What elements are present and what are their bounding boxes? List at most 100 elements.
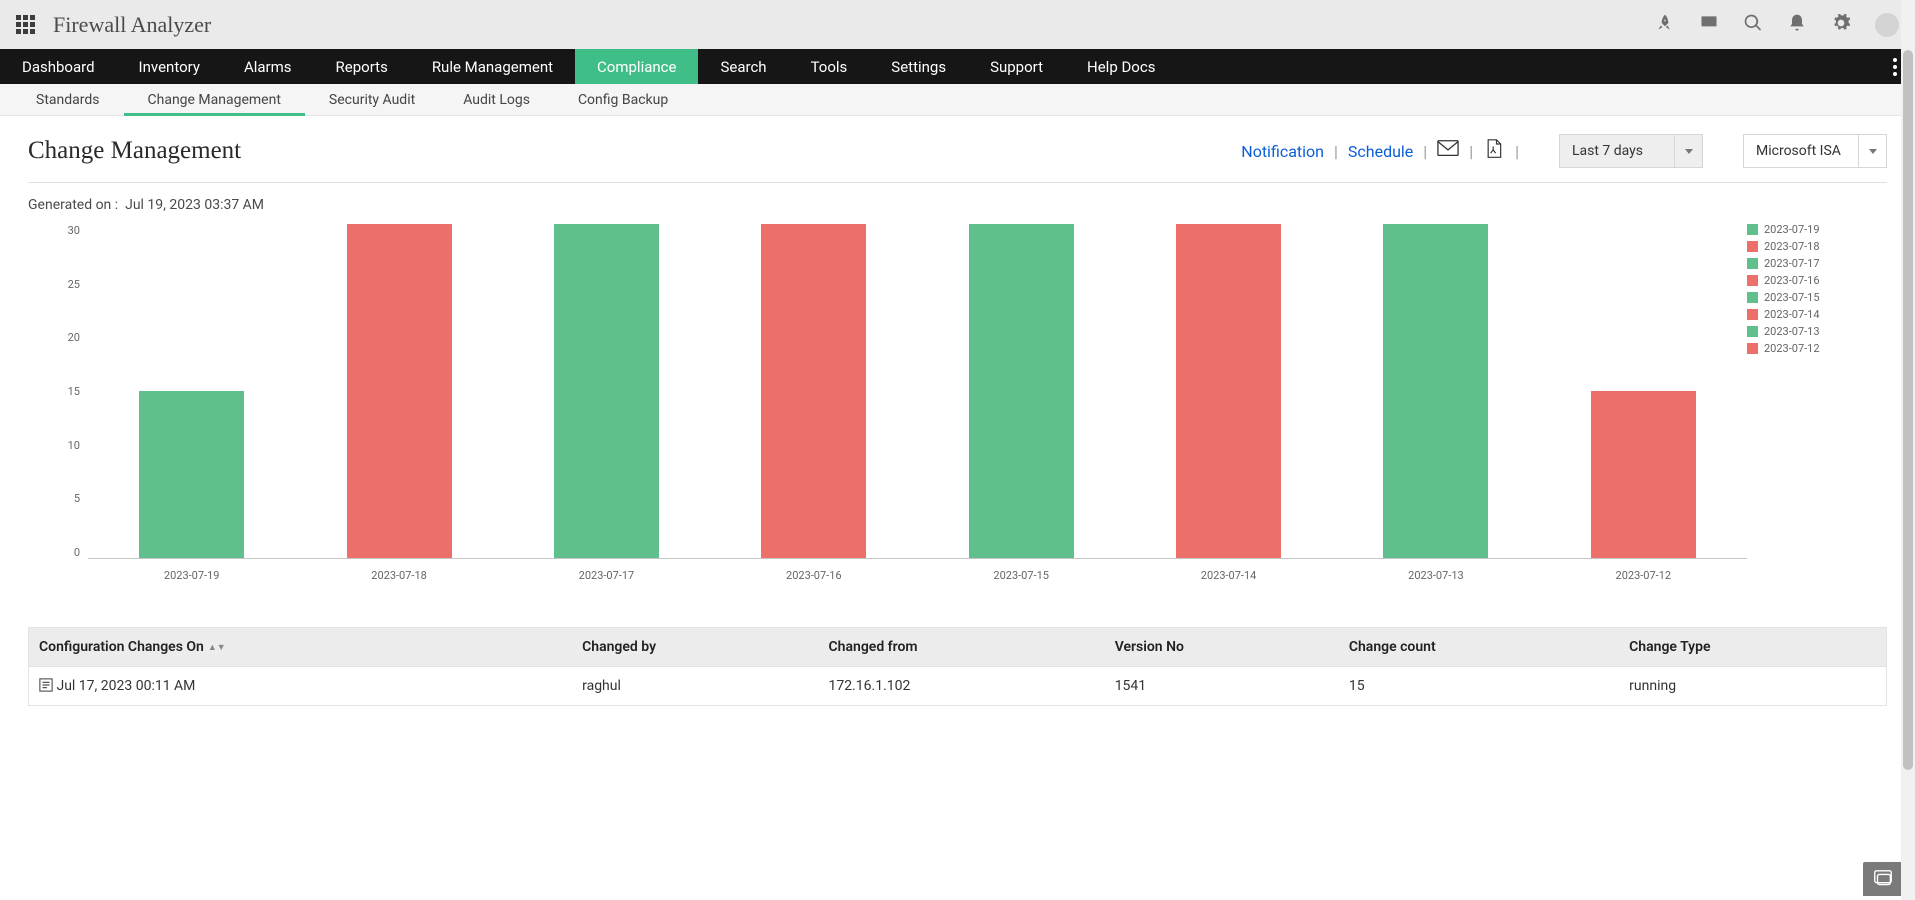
legend-label: 2023-07-16 [1764, 274, 1820, 287]
subnav-change-management[interactable]: Change Management [124, 84, 305, 115]
table-header[interactable]: Changed from [819, 628, 1105, 667]
mainnav-inventory[interactable]: Inventory [117, 49, 222, 84]
legend-item[interactable]: 2023-07-14 [1747, 308, 1887, 321]
mainnav-rule-management[interactable]: Rule Management [410, 49, 575, 84]
schedule-link[interactable]: Schedule [1348, 142, 1413, 161]
legend-swatch [1747, 292, 1758, 303]
bar-chart: 302520151050 2023-07-192023-07-182023-07… [28, 219, 1747, 589]
cell-date: Jul 17, 2023 00:11 AM [29, 667, 573, 706]
table-header[interactable]: Changed by [572, 628, 818, 667]
sort-icon: ▲▼ [208, 643, 226, 653]
vertical-scrollbar[interactable] [1901, 0, 1915, 900]
mainnav-alarms[interactable]: Alarms [222, 49, 314, 84]
apps-grid-icon[interactable] [16, 15, 35, 34]
mainnav-search[interactable]: Search [698, 49, 788, 84]
legend-swatch [1747, 224, 1758, 235]
page-header: Change Management Notification | Schedul… [28, 134, 1887, 183]
table-header[interactable]: Configuration Changes On▲▼ [29, 628, 573, 667]
mainnav-compliance[interactable]: Compliance [575, 49, 698, 84]
bar[interactable] [554, 224, 659, 558]
mail-icon[interactable] [1437, 139, 1459, 163]
bar[interactable] [761, 224, 866, 558]
legend-label: 2023-07-12 [1764, 342, 1820, 355]
page-title: Change Management [28, 137, 241, 165]
table-header[interactable]: Change Type [1619, 628, 1886, 667]
bar[interactable] [1383, 224, 1488, 558]
legend-swatch [1747, 326, 1758, 337]
legend-item[interactable]: 2023-07-15 [1747, 291, 1887, 304]
legend-swatch [1747, 309, 1758, 320]
mainnav-help-docs[interactable]: Help Docs [1065, 49, 1177, 84]
legend-label: 2023-07-18 [1764, 240, 1820, 253]
gear-icon[interactable] [1831, 13, 1851, 37]
legend-item[interactable]: 2023-07-13 [1747, 325, 1887, 338]
y-tick: 25 [68, 278, 80, 291]
y-tick: 30 [68, 224, 80, 237]
x-tick: 2023-07-19 [139, 563, 244, 589]
legend-swatch [1747, 275, 1758, 286]
presentation-icon[interactable] [1699, 13, 1719, 37]
mainnav-support[interactable]: Support [968, 49, 1065, 84]
cell-type: running [1619, 667, 1886, 706]
legend-item[interactable]: 2023-07-17 [1747, 257, 1887, 270]
mainnav-dashboard[interactable]: Dashboard [0, 49, 117, 84]
legend-label: 2023-07-13 [1764, 325, 1820, 338]
user-avatar[interactable] [1875, 13, 1899, 37]
main-nav: DashboardInventoryAlarmsReportsRule Mana… [0, 49, 1915, 84]
legend-item[interactable]: 2023-07-12 [1747, 342, 1887, 355]
bar[interactable] [1591, 391, 1696, 558]
cell-count: 15 [1339, 667, 1619, 706]
mainnav-settings[interactable]: Settings [869, 49, 968, 84]
pdf-export-icon[interactable] [1483, 139, 1505, 163]
device-dropdown[interactable]: Microsoft ISA [1743, 134, 1887, 168]
changes-table: Configuration Changes On▲▼Changed byChan… [28, 627, 1887, 706]
legend-label: 2023-07-15 [1764, 291, 1820, 304]
sub-nav: StandardsChange ManagementSecurity Audit… [0, 84, 1915, 116]
chart-legend: 2023-07-19 2023-07-18 2023-07-17 2023-07-16… [1747, 219, 1887, 589]
table-row[interactable]: Jul 17, 2023 00:11 AMraghul172.16.1.1021… [29, 667, 1887, 706]
x-tick: 2023-07-16 [761, 563, 866, 589]
notification-link[interactable]: Notification [1241, 142, 1324, 161]
bar[interactable] [139, 391, 244, 558]
legend-label: 2023-07-19 [1764, 223, 1820, 236]
mainnav-reports[interactable]: Reports [314, 49, 410, 84]
search-icon[interactable] [1743, 13, 1763, 37]
legend-item[interactable]: 2023-07-16 [1747, 274, 1887, 287]
x-tick: 2023-07-14 [1176, 563, 1281, 589]
table-header[interactable]: Change count [1339, 628, 1619, 667]
chat-float-button[interactable] [1863, 862, 1903, 896]
x-tick: 2023-07-17 [554, 563, 659, 589]
x-tick: 2023-07-12 [1591, 563, 1696, 589]
mainnav-tools[interactable]: Tools [789, 49, 870, 84]
device-value: Microsoft ISA [1756, 143, 1841, 159]
topbar: Firewall Analyzer [0, 0, 1915, 49]
x-tick: 2023-07-18 [347, 563, 452, 589]
rocket-icon[interactable] [1655, 13, 1675, 37]
report-icon[interactable] [39, 678, 53, 694]
app-title: Firewall Analyzer [53, 12, 211, 38]
x-tick: 2023-07-15 [969, 563, 1074, 589]
subnav-security-audit[interactable]: Security Audit [305, 84, 439, 115]
legend-swatch [1747, 241, 1758, 252]
bell-icon[interactable] [1787, 13, 1807, 37]
subnav-config-backup[interactable]: Config Backup [554, 84, 692, 115]
subnav-standards[interactable]: Standards [12, 84, 124, 115]
bar[interactable] [969, 224, 1074, 558]
topbar-actions [1655, 13, 1899, 37]
legend-swatch [1747, 258, 1758, 269]
x-tick: 2023-07-13 [1383, 563, 1488, 589]
bar[interactable] [347, 224, 452, 558]
bar[interactable] [1176, 224, 1281, 558]
subnav-audit-logs[interactable]: Audit Logs [439, 84, 554, 115]
legend-item[interactable]: 2023-07-19 [1747, 223, 1887, 236]
cell-version: 1541 [1105, 667, 1339, 706]
legend-item[interactable]: 2023-07-18 [1747, 240, 1887, 253]
legend-label: 2023-07-17 [1764, 257, 1820, 270]
table-header[interactable]: Version No [1105, 628, 1339, 667]
time-range-dropdown[interactable]: Last 7 days [1559, 134, 1703, 168]
y-tick: 5 [74, 492, 80, 505]
generated-timestamp: Generated on : Jul 19, 2023 03:37 AM [28, 197, 1887, 213]
y-tick: 10 [68, 439, 80, 452]
y-tick: 0 [74, 546, 80, 559]
y-tick: 20 [68, 331, 80, 344]
